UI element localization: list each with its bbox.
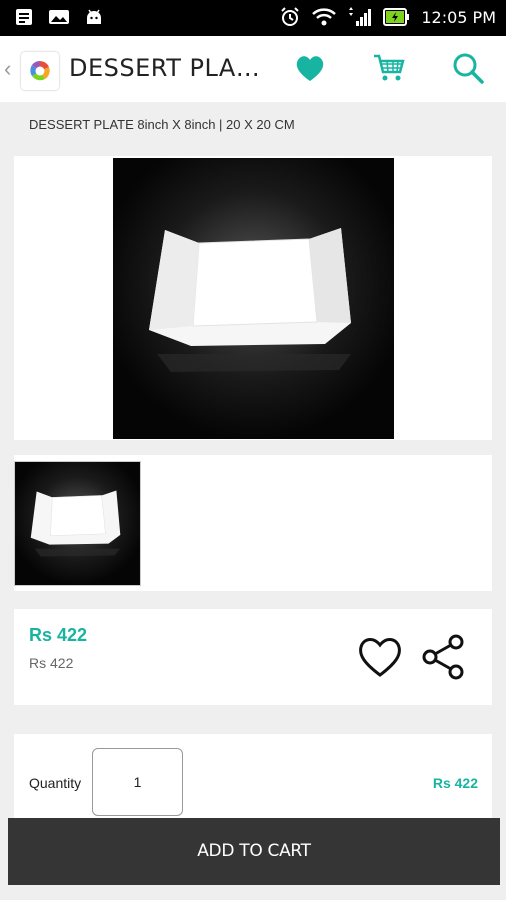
android-icon (87, 9, 101, 24)
product-price-secondary: Rs 422 (29, 655, 74, 671)
add-to-cart-button[interactable]: ADD TO CART (8, 818, 500, 885)
back-icon[interactable]: ‹ (4, 56, 11, 82)
quantity-input[interactable]: 1 (92, 748, 183, 816)
status-left-icons (14, 7, 104, 27)
status-right-icons: 12:05 PM (279, 6, 496, 28)
wifi-icon (312, 8, 337, 26)
alarm-icon (281, 7, 300, 26)
quantity-total: Rs 422 (432, 775, 478, 791)
app-bar: ‹ DESSERT PLA… (0, 36, 506, 102)
product-thumbnail[interactable] (14, 461, 141, 586)
notification-icon (16, 9, 32, 25)
status-time: 12:05 PM (421, 7, 496, 27)
search-icon[interactable] (450, 50, 486, 86)
heart-icon[interactable] (292, 50, 328, 86)
wishlist-icon[interactable] (356, 633, 404, 679)
battery-icon (383, 8, 410, 26)
app-logo-icon[interactable] (21, 52, 59, 90)
product-price: Rs 422 (29, 625, 88, 645)
product-title: DESSERT PLATE 8inch X 8inch | 20 X 20 CM (29, 117, 295, 132)
share-icon[interactable] (420, 633, 466, 681)
quantity-label: Quantity (29, 775, 82, 791)
product-main-image[interactable] (113, 158, 394, 439)
image-icon (49, 10, 69, 24)
status-bar: 12:05 PM (0, 0, 506, 36)
cart-icon[interactable] (371, 50, 407, 86)
signal-icon (349, 7, 372, 26)
app-title: DESSERT PLA… (69, 54, 261, 82)
